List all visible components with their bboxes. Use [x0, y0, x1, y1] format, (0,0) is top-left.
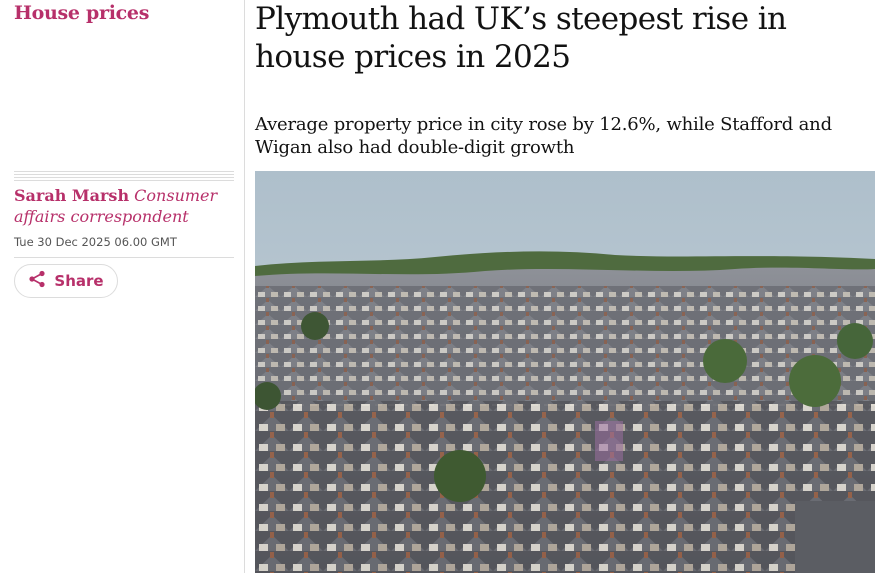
- meta-divider: [14, 257, 234, 258]
- publish-date: Tue 30 Dec 2025 06.00 GMT: [14, 235, 177, 249]
- hero-image: [255, 171, 875, 573]
- headline: Plymouth had UK’s steepest rise in house…: [255, 1, 787, 75]
- byline: Sarah Marsh Consumer affairs corresponde…: [14, 185, 236, 227]
- article-meta-column: House prices Sarah Marsh Consumer affair…: [0, 0, 245, 573]
- share-button[interactable]: Share: [14, 264, 118, 298]
- byline-rules: [14, 171, 234, 183]
- share-icon: [28, 270, 46, 292]
- author-link[interactable]: Sarah Marsh: [14, 186, 129, 205]
- hero-photo-terraced-houses: [255, 171, 875, 573]
- column-divider: [244, 0, 245, 573]
- share-label: Share: [54, 272, 104, 290]
- standfirst: Average property price in city rose by 1…: [255, 114, 832, 158]
- section-link[interactable]: House prices: [14, 2, 149, 24]
